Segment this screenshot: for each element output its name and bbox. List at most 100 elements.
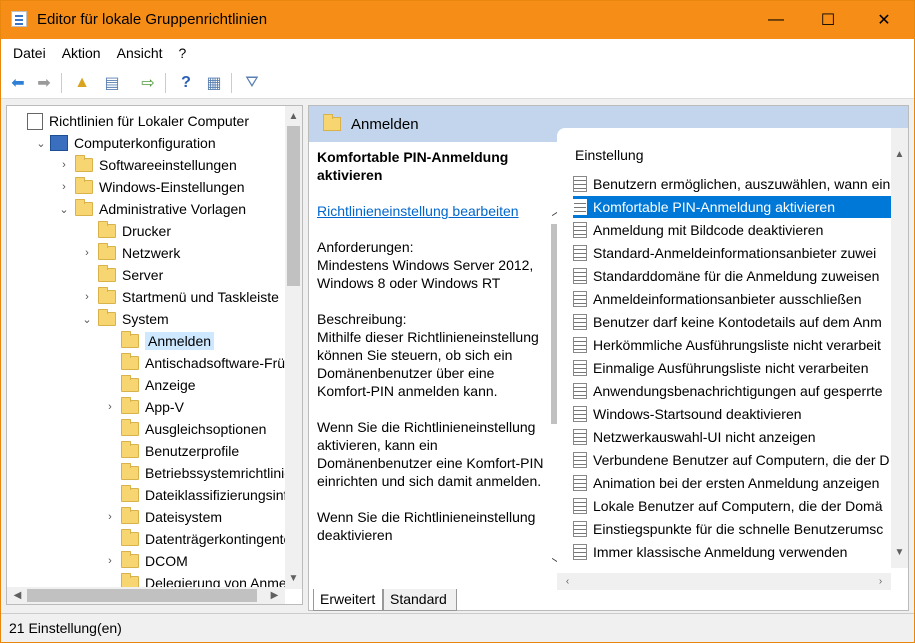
tree-item[interactable]: Server	[80, 264, 163, 286]
expand-icon[interactable]: ›	[57, 181, 71, 193]
scroll-right-icon[interactable]: ›	[872, 573, 889, 590]
expand-icon[interactable]: ›	[103, 511, 117, 523]
setting-row[interactable]: Komfortable PIN-Anmeldung aktivieren	[573, 196, 891, 218]
setting-label: Anwendungsbenachrichtigungen auf gesperr…	[593, 383, 883, 399]
policy-setting-icon	[573, 521, 587, 537]
tree-item[interactable]: Richtlinien für Lokaler Computer	[11, 110, 249, 132]
setting-row[interactable]: Lokale Benutzer auf Computern, die der D…	[573, 495, 891, 517]
forward-icon[interactable]: ➡	[33, 72, 55, 94]
tree-item[interactable]: Datenträgerkontingente	[103, 528, 291, 550]
minimize-button[interactable]: —	[753, 1, 799, 39]
description-paragraph-2: Wenn Sie die Richtlinieneinstellung akti…	[317, 419, 544, 489]
collapse-icon[interactable]: ⌄	[57, 203, 71, 216]
expand-icon[interactable]: ›	[103, 401, 117, 413]
setting-row[interactable]: Herkömmliche Ausführungsliste nicht vera…	[573, 334, 891, 356]
policy-setting-icon	[573, 544, 587, 560]
setting-row[interactable]: Verbundene Benutzer auf Computern, die d…	[573, 449, 891, 471]
folder-icon	[323, 114, 341, 131]
scroll-up-icon[interactable]: ▲	[285, 108, 302, 125]
tree-item[interactable]: › DCOM	[103, 550, 188, 572]
tree-item[interactable]: Benutzerprofile	[103, 440, 239, 462]
setting-label: Einmalige Ausführungsliste nicht verarbe…	[593, 360, 869, 376]
help-icon[interactable]: ?	[175, 72, 197, 94]
expand-icon[interactable]: ›	[103, 555, 117, 567]
scroll-left-icon[interactable]: ‹	[559, 573, 576, 590]
tree-item[interactable]: › Startmenü und Taskleiste	[80, 286, 279, 308]
tree-item-label: Anmelden	[145, 332, 215, 350]
folder-icon	[98, 287, 116, 304]
tree-item[interactable]: ⌄ System	[80, 308, 169, 330]
expand-icon[interactable]: ›	[80, 291, 94, 303]
properties-icon[interactable]: ▦	[203, 72, 225, 94]
scroll-up-icon[interactable]: ▲	[891, 146, 908, 163]
column-header-setting[interactable]: Einstellung	[575, 147, 644, 163]
tree-pane[interactable]: Richtlinien für Lokaler Computer ⌄ Compute…	[6, 105, 303, 605]
tree-item[interactable]: › App-V	[103, 396, 184, 418]
setting-row[interactable]: Windows-Startsound deaktivieren	[573, 403, 891, 425]
collapse-icon[interactable]: ⌄	[34, 137, 48, 150]
setting-row[interactable]: Einmalige Ausführungsliste nicht verarbe…	[573, 357, 891, 379]
tree-item[interactable]: Betriebssystemrichtlinie	[103, 462, 292, 484]
setting-row[interactable]: Anmeldung mit Bildcode deaktivieren	[573, 219, 891, 241]
scroll-thumb[interactable]	[27, 589, 257, 602]
up-folder-icon[interactable]: ▲	[71, 72, 93, 94]
menu-aktion[interactable]: Aktion	[62, 45, 101, 61]
menu-ansicht[interactable]: Ansicht	[117, 45, 163, 61]
setting-row[interactable]: Animation bei der ersten Anmeldung anzei…	[573, 472, 891, 494]
tree-item[interactable]: Dateiklassifizierungsinfr	[103, 484, 292, 506]
list-horizontal-scrollbar[interactable]: ‹ ›	[557, 573, 891, 590]
tree-vertical-scrollbar[interactable]: ▲ ▼	[285, 106, 302, 589]
export-list-icon[interactable]: ⇨	[137, 72, 159, 94]
expand-icon[interactable]: ›	[57, 159, 71, 171]
tree-item[interactable]: Ausgleichsoptionen	[103, 418, 266, 440]
tree-item[interactable]: › Dateisystem	[103, 506, 222, 528]
setting-row[interactable]: Anwendungsbenachrichtigungen auf gesperr…	[573, 380, 891, 402]
scroll-right-icon[interactable]: ▶	[266, 587, 283, 604]
tree-item[interactable]: Anzeige	[103, 374, 196, 396]
setting-row[interactable]: Standarddomäne für die Anmeldung zuweise…	[573, 265, 891, 287]
folder-icon	[121, 529, 139, 546]
tree-item[interactable]: Anmelden	[103, 330, 215, 352]
show-hide-tree-icon[interactable]: ▤	[101, 72, 123, 94]
tab-standard[interactable]: Standard	[383, 589, 457, 611]
setting-row[interactable]: Netzwerkauswahl-UI nicht anzeigen	[573, 426, 891, 448]
tree-item[interactable]: › Softwareeinstellungen	[57, 154, 237, 176]
requirements-text: Mindestens Windows Server 2012, Windows …	[317, 257, 534, 291]
tree-item-label: Drucker	[122, 223, 172, 239]
tree-item-label: Netzwerk	[122, 245, 181, 261]
menu-help[interactable]: ?	[179, 45, 187, 61]
policy-setting-icon	[573, 176, 587, 192]
scroll-left-icon[interactable]: ◀	[9, 587, 26, 604]
maximize-button[interactable]: ☐	[805, 1, 851, 39]
policy-document-icon	[27, 112, 43, 130]
close-button[interactable]: ✕	[861, 1, 907, 39]
policy-setting-icon	[573, 291, 587, 307]
list-vertical-scrollbar[interactable]: ▲ ▼	[891, 128, 908, 568]
expand-icon[interactable]: ›	[80, 247, 94, 259]
tree-item[interactable]: ⌄ Computerkonfiguration	[34, 132, 216, 154]
scroll-down-icon[interactable]: ▼	[891, 544, 908, 561]
setting-row[interactable]: Standard-Anmeldeinformationsanbieter zuw…	[573, 242, 891, 264]
tree-item[interactable]: › Netzwerk	[80, 242, 180, 264]
setting-row[interactable]: Anmeldeinformationsanbieter ausschließen	[573, 288, 891, 310]
folder-icon	[121, 507, 139, 524]
edit-policy-link[interactable]: Richtlinieneinstellung bearbeiten	[317, 203, 519, 219]
tree-horizontal-scrollbar[interactable]: ◀ ▶	[7, 587, 285, 604]
setting-row[interactable]: Benutzer darf keine Kontodetails auf dem…	[573, 311, 891, 333]
scroll-thumb[interactable]	[287, 126, 300, 286]
title-bar[interactable]: Editor für lokale Gruppenrichtlinien — ☐…	[1, 1, 914, 39]
back-icon[interactable]: ⬅	[7, 72, 29, 94]
tree-item[interactable]: Drucker	[80, 220, 171, 242]
filter-icon[interactable]: ⛛	[241, 72, 263, 94]
setting-row[interactable]: Einstiegspunkte für die schnelle Benutze…	[573, 518, 891, 540]
description-paragraph-3: Wenn Sie die Richtlinieneinstellung deak…	[317, 509, 536, 543]
setting-row[interactable]: Benutzern ermöglichen, auszuwählen, wann…	[573, 173, 891, 195]
setting-row[interactable]: Immer klassische Anmeldung verwenden	[573, 541, 891, 563]
tree-item[interactable]: Antischadsoftware-Früh	[103, 352, 293, 374]
collapse-icon[interactable]: ⌄	[80, 313, 94, 326]
scroll-down-icon[interactable]: ▼	[285, 570, 302, 587]
menu-datei[interactable]: Datei	[13, 45, 46, 61]
tree-item[interactable]: ⌄ Administrative Vorlagen	[57, 198, 246, 220]
tree-item[interactable]: › Windows-Einstellungen	[57, 176, 245, 198]
tab-erweitert[interactable]: Erweitert	[313, 589, 383, 611]
